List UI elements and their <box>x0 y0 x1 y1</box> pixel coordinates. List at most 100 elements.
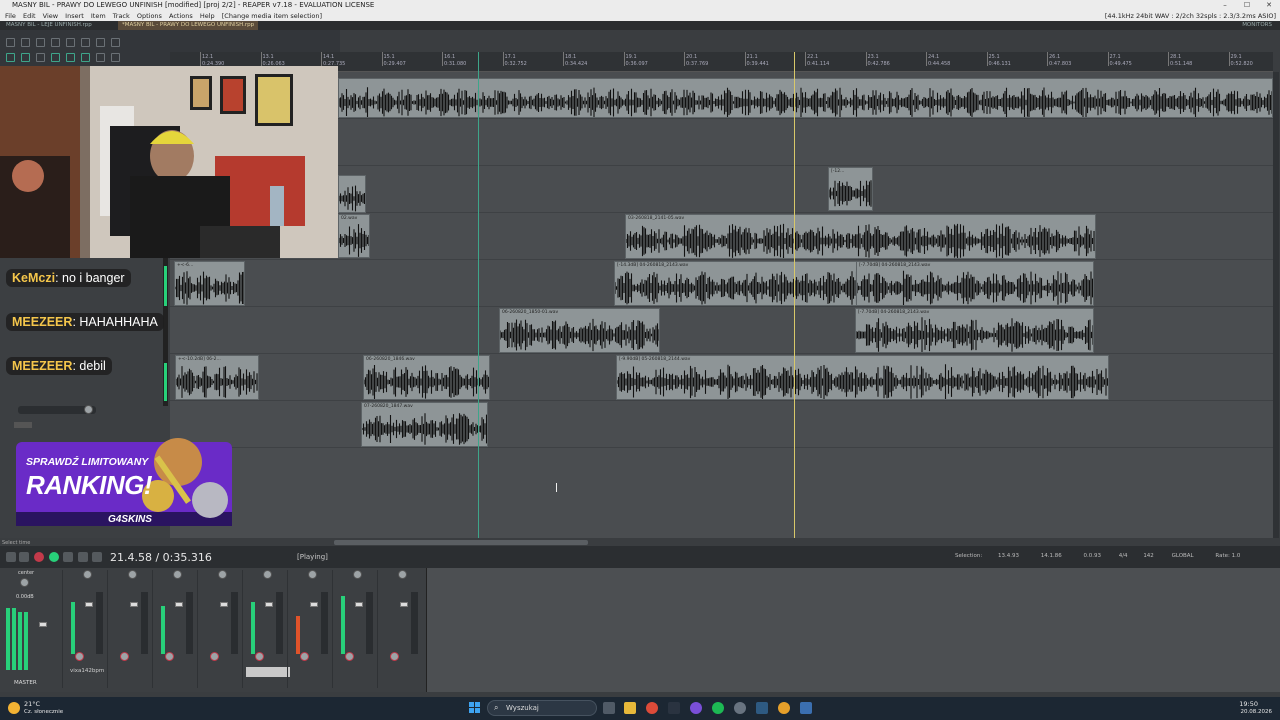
new-project-icon[interactable] <box>6 38 15 47</box>
mixer-channel-strip[interactable] <box>377 570 421 688</box>
media-item[interactable]: +<-10.2dB] 06-2... <box>175 355 259 400</box>
mixer-channel-strip[interactable] <box>287 570 331 688</box>
go-to-start-button[interactable] <box>6 552 16 562</box>
clock-date[interactable]: 20.08.2026 <box>1241 709 1273 715</box>
taskbar-search[interactable]: ⌕ Wyszukaj <box>487 700 597 716</box>
save-icon[interactable] <box>36 38 45 47</box>
record-arm-button[interactable] <box>255 652 264 661</box>
redo-icon[interactable] <box>81 38 90 47</box>
pan-knob[interactable] <box>353 570 362 579</box>
undo-icon[interactable] <box>66 38 75 47</box>
lock-icon[interactable] <box>96 38 105 47</box>
menu-edit[interactable]: Edit <box>23 11 36 21</box>
weather-icon[interactable] <box>8 702 20 714</box>
obs-icon[interactable] <box>734 702 746 714</box>
menu-help[interactable]: Help <box>200 11 215 21</box>
record-arm-button[interactable] <box>345 652 354 661</box>
media-item[interactable]: [-7.70dB] 04-260818_2143.wav <box>856 261 1094 306</box>
go-to-end-button[interactable] <box>19 552 29 562</box>
start-icon[interactable] <box>469 702 480 713</box>
mixer-channel-strip[interactable] <box>62 570 106 688</box>
media-item[interactable]: 06-260820_1846.wav <box>363 355 490 400</box>
fx-button[interactable] <box>231 592 238 654</box>
pause-button[interactable] <box>92 552 102 562</box>
track-lane[interactable] <box>170 307 1273 354</box>
media-item[interactable]: 02.wav <box>338 214 370 258</box>
snap-icon[interactable] <box>21 53 30 62</box>
master-pan-knob[interactable] <box>20 578 29 587</box>
record-arm-button[interactable] <box>165 652 174 661</box>
edit-cursor[interactable] <box>478 52 479 538</box>
mixer-channel-strip[interactable] <box>332 570 376 688</box>
weather-temp[interactable]: 21°C <box>24 700 40 708</box>
menu-file[interactable]: File <box>5 11 16 21</box>
menu-item[interactable]: Item <box>91 11 106 21</box>
record-arm-button[interactable] <box>75 652 84 661</box>
group-icon[interactable] <box>51 53 60 62</box>
record-arm-button[interactable] <box>210 652 219 661</box>
vertical-scrollbar[interactable] <box>1273 72 1279 538</box>
reaper-icon[interactable] <box>800 702 812 714</box>
crossfade-icon[interactable] <box>66 53 75 62</box>
selection-end[interactable]: 14.1.86 <box>1041 553 1062 559</box>
menu-view[interactable]: View <box>43 11 58 21</box>
volume-fader[interactable] <box>310 602 318 607</box>
loop-icon[interactable] <box>81 53 90 62</box>
menu-options[interactable]: Options <box>137 11 162 21</box>
fx-button[interactable] <box>141 592 148 654</box>
metronome-icon[interactable] <box>111 38 120 47</box>
menu-insert[interactable]: Insert <box>65 11 84 21</box>
record-button[interactable] <box>34 552 44 562</box>
menu-track[interactable]: Track <box>113 11 130 21</box>
fx-button[interactable] <box>411 592 418 654</box>
volume-fader[interactable] <box>265 602 273 607</box>
monitoring-label[interactable]: MONITORS <box>1238 21 1276 30</box>
media-item[interactable]: [-12... <box>828 167 873 211</box>
volume-fader[interactable] <box>85 602 93 607</box>
weather-desc[interactable]: Cz. słonecznie <box>24 709 63 715</box>
repeat-button[interactable] <box>63 552 73 562</box>
mixer-channel-strip[interactable] <box>242 570 286 688</box>
volume-fader[interactable] <box>400 602 408 607</box>
close-button[interactable]: ✕ <box>1258 0 1280 11</box>
fx-button[interactable] <box>96 592 103 654</box>
media-item[interactable]: 03-260818_2141-05.wav <box>625 214 1096 259</box>
steam-icon[interactable] <box>756 702 768 714</box>
record-arm-button[interactable] <box>300 652 309 661</box>
task-view-icon[interactable] <box>603 702 615 714</box>
pan-knob[interactable] <box>84 405 93 414</box>
menu-actions[interactable]: Actions <box>169 11 193 21</box>
browser-icon[interactable] <box>778 702 790 714</box>
spotify-icon[interactable] <box>712 702 724 714</box>
mixer-channel-strip[interactable] <box>152 570 196 688</box>
pan-knob[interactable] <box>218 570 227 579</box>
file-explorer-icon[interactable] <box>624 702 636 714</box>
project-tab-1[interactable]: MASNY BIL - LEJE UNFINISH.rpp <box>2 21 96 30</box>
volume-fader[interactable] <box>175 602 183 607</box>
chrome-icon[interactable] <box>646 702 658 714</box>
rate-value[interactable]: 1.0 <box>1232 553 1241 559</box>
track-lane[interactable] <box>170 401 1273 448</box>
fx-button[interactable] <box>186 592 193 654</box>
discord-icon[interactable] <box>690 702 702 714</box>
media-item[interactable]: [-14.3dB] 04-260818_2143.wav <box>614 261 857 306</box>
selection-length[interactable]: 0.0.93 <box>1083 553 1101 559</box>
pan-knob[interactable] <box>83 570 92 579</box>
record-arm-button[interactable] <box>390 652 399 661</box>
pan-knob[interactable] <box>263 570 272 579</box>
selection-start[interactable]: 13.4.93 <box>998 553 1019 559</box>
grid-icon[interactable] <box>6 53 15 62</box>
volume-fader[interactable] <box>130 602 138 607</box>
mixer-channel-strip[interactable] <box>197 570 241 688</box>
fx-button[interactable] <box>321 592 328 654</box>
pan-knob[interactable] <box>308 570 317 579</box>
lock-items-icon[interactable] <box>96 53 105 62</box>
open-project-icon[interactable] <box>21 38 30 47</box>
project-tab-2[interactable]: *MASNY BIL - PRAWY DO LEWEGO UNFINISH.rp… <box>118 21 259 30</box>
audio-status[interactable]: [44.1kHz 24bit WAV : 2/2ch 32spls : 2.3/… <box>1105 11 1276 21</box>
fx-button[interactable] <box>276 592 283 654</box>
app-icon[interactable] <box>668 702 680 714</box>
selection-info[interactable]: Selection: 13.4.93 14.1.86 0.0.93 4/4 14… <box>955 553 1240 559</box>
ripple-icon[interactable] <box>36 53 45 62</box>
master-fader[interactable] <box>39 622 47 627</box>
